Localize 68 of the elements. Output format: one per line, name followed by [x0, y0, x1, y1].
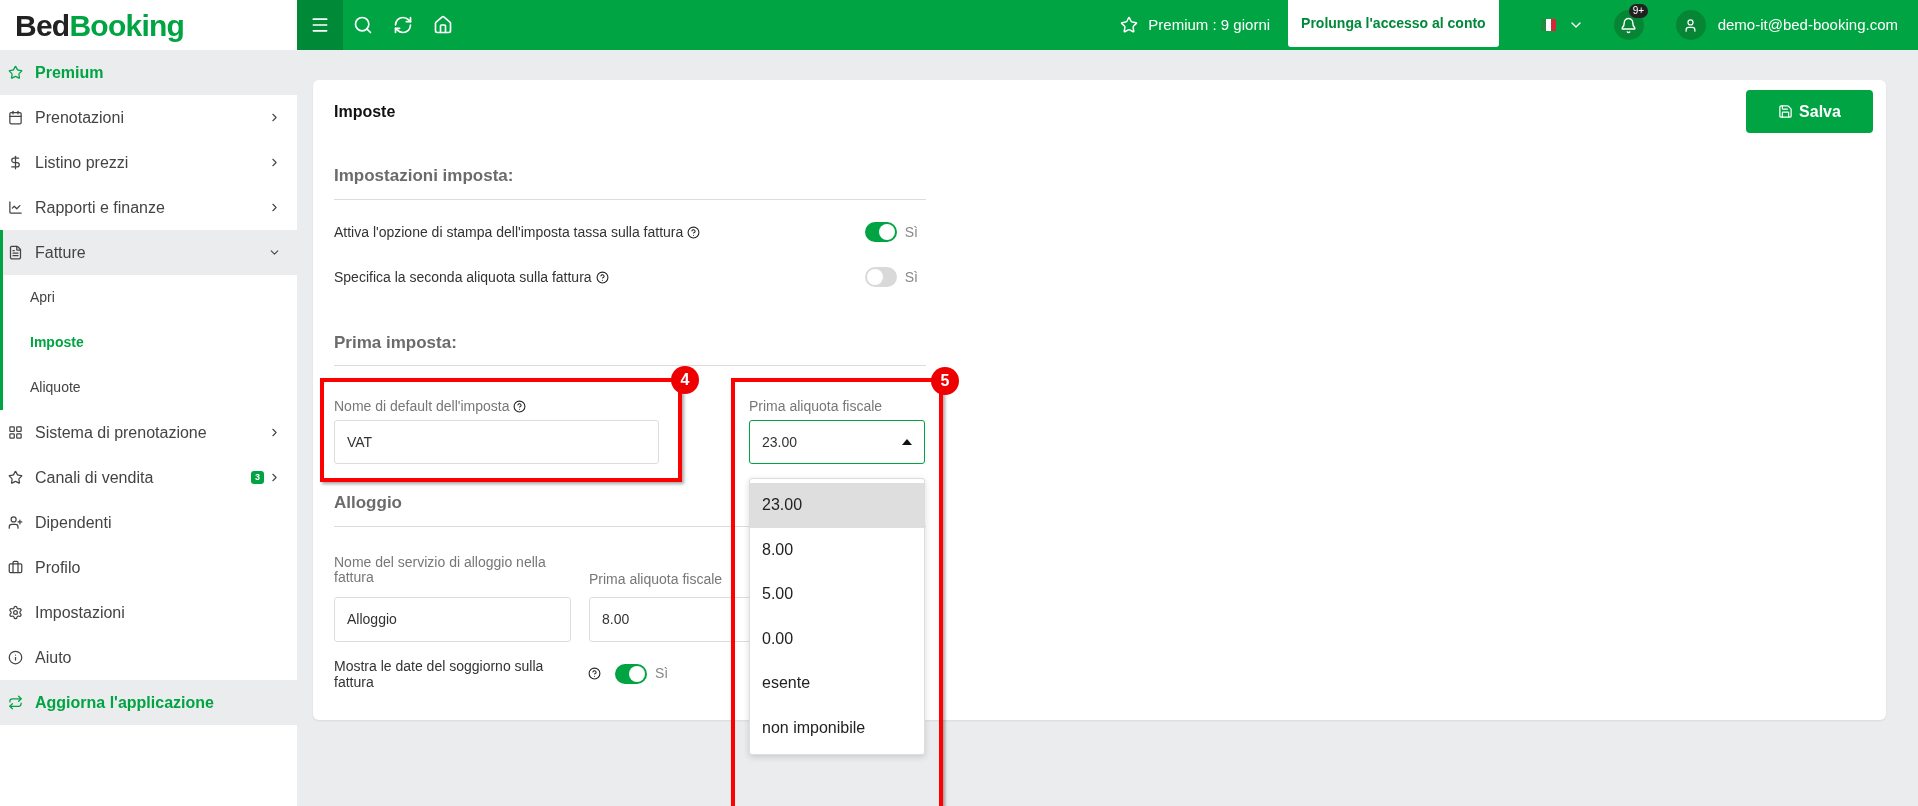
section-heading: Prima imposta: [334, 329, 926, 366]
star-icon [8, 470, 23, 485]
setting-label: Mostra le date del soggiorno sulla fattura [334, 657, 545, 690]
sidebar-item[interactable]: Fatture [3, 230, 297, 275]
sidebar-item[interactable]: Listino prezzi [0, 140, 297, 185]
step-badge: 4 [671, 366, 699, 394]
chart-icon [8, 200, 23, 215]
field-label: Prima aliquota fiscale [589, 571, 723, 587]
extend-access-button[interactable]: Prolunga l'accesso al conto [1288, 0, 1499, 47]
star-icon [1120, 16, 1139, 34]
toggle-switch[interactable] [864, 267, 897, 287]
sidebar-item[interactable]: Prenotazioni [0, 95, 297, 140]
info-icon [8, 650, 23, 665]
submenu-item[interactable]: Aliquote [3, 365, 297, 410]
toggle-switch[interactable] [864, 222, 897, 242]
dropdown-option[interactable]: 23.00 [750, 483, 924, 528]
sidebar-item[interactable]: Aiuto [0, 635, 297, 680]
count-badge: 3 [251, 470, 264, 485]
document-icon [8, 245, 23, 260]
help-icon[interactable] [588, 667, 601, 680]
lodging-name-field[interactable]: Alloggio [334, 596, 571, 642]
field-label: Prima aliquota fiscale [749, 397, 884, 416]
dropdown-option[interactable]: non imponibile [750, 705, 924, 750]
menu-button[interactable] [297, 0, 343, 50]
dropdown-option[interactable]: esente [750, 661, 924, 706]
save-icon [1778, 104, 1794, 119]
toggle-label: Sì [904, 222, 918, 242]
toggle-switch[interactable] [615, 663, 647, 684]
gear-icon [8, 605, 23, 620]
field-label: Nome del servizio di alloggio nella fattura [334, 554, 547, 587]
bell-icon [1620, 16, 1638, 34]
dollar-icon [8, 155, 23, 170]
search-icon [353, 15, 373, 35]
premium-status: Premium : 9 giorni [1148, 14, 1271, 35]
calendar-icon [8, 110, 23, 125]
help-icon[interactable] [687, 225, 701, 239]
sidebar-item[interactable]: Dipendenti [0, 500, 297, 545]
grid-icon [8, 425, 23, 440]
field-label: Nome di default dell'imposta [334, 396, 510, 416]
help-icon[interactable] [595, 270, 609, 284]
section-heading: Impostazioni imposta: [334, 163, 926, 200]
submenu-item[interactable]: Apri [3, 275, 297, 320]
logo: BedBooking [15, 7, 185, 44]
notification-badge: 9+ [1628, 4, 1649, 18]
sidebar-item[interactable]: Impostazioni [0, 590, 297, 635]
toggle-label: Sì [655, 664, 669, 683]
menu-icon [310, 15, 330, 35]
sidebar-item[interactable]: Canali di vendita 3 [0, 455, 297, 500]
help-icon[interactable] [513, 399, 527, 413]
step-badge: 5 [931, 367, 959, 395]
tax-rate-select[interactable]: 23.00 [749, 420, 925, 464]
sidebar-item[interactable]: Sistema di prenotazione [0, 410, 297, 455]
briefcase-icon [8, 560, 23, 575]
setting-label: Specifica la seconda aliquota sulla fattura [334, 267, 592, 287]
home-icon [433, 15, 453, 35]
user-avatar[interactable] [1675, 10, 1706, 40]
user-plus-icon [8, 515, 23, 530]
sidebar-item[interactable]: Rapporti e finanze [0, 185, 297, 230]
card-title: Imposte [334, 101, 396, 122]
toggle-label: Sì [904, 267, 918, 287]
refresh-icon [393, 15, 413, 35]
tax-name-field[interactable]: VAT [334, 420, 659, 464]
arrows-icon [8, 695, 23, 710]
dropdown-option[interactable]: 8.00 [750, 527, 924, 572]
user-icon [1683, 17, 1699, 33]
setting-label: Attiva l'opzione di stampa dell'imposta tassa sulla fattura [334, 222, 684, 242]
sidebar-item[interactable]: Profilo [0, 545, 297, 590]
star-icon [8, 65, 23, 80]
